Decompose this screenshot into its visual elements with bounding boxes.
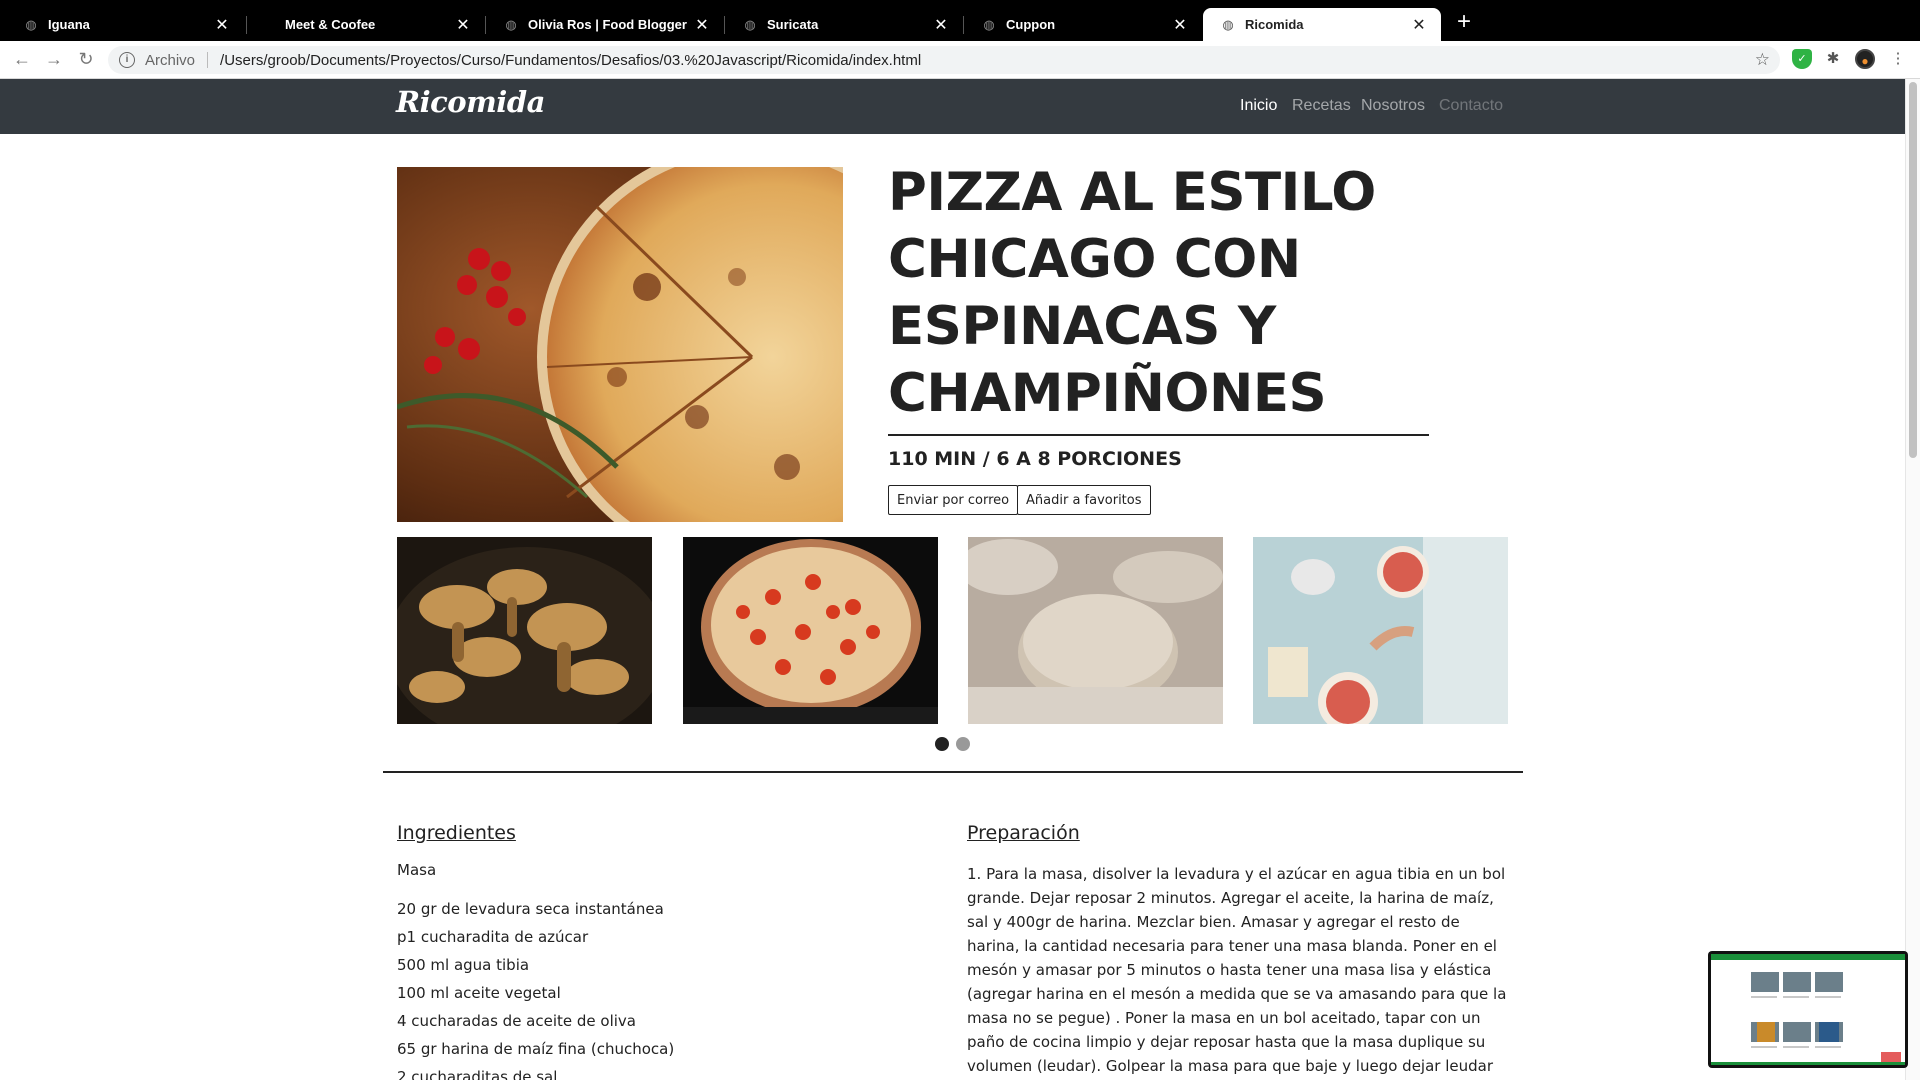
brand-logo[interactable]: Ricomida xyxy=(396,85,545,119)
puzzle-icon[interactable]: ✱ xyxy=(1823,49,1843,69)
pizza-making-photo xyxy=(1253,537,1508,724)
window-preview-content xyxy=(1711,954,1905,1065)
globe-icon: ◍ xyxy=(983,16,995,32)
pizza-illustration xyxy=(397,167,843,522)
ingredients-heading: Ingredientes xyxy=(397,822,516,844)
tab-title: Meet & Coofee xyxy=(285,17,376,32)
tab-title: Suricata xyxy=(767,17,819,32)
reload-icon[interactable]: ↻ xyxy=(74,47,98,71)
new-tab-button[interactable]: + xyxy=(1452,10,1476,34)
browser-tab[interactable]: Meet & Coofee ✕ xyxy=(247,8,485,41)
close-icon[interactable]: ✕ xyxy=(694,15,710,35)
browser-tab-active[interactable]: ◍ Ricomida ✕ xyxy=(1203,8,1441,41)
list-item: 4 cucharadas de aceite de oliva xyxy=(397,1012,636,1030)
preparation-heading: Preparación xyxy=(967,822,1080,844)
browser-tab-bar: ◍ Iguana ✕ Meet & Coofee ✕ ◍ Olivia Ros … xyxy=(0,0,1920,41)
globe-icon: ◍ xyxy=(505,16,517,32)
preview-illustration xyxy=(1711,954,1905,1065)
close-icon[interactable]: ✕ xyxy=(933,15,949,35)
close-icon[interactable]: ✕ xyxy=(214,15,230,35)
globe-icon: ◍ xyxy=(1222,16,1234,32)
section-divider xyxy=(383,771,1523,773)
info-icon[interactable]: i xyxy=(119,52,135,68)
star-icon[interactable]: ☆ xyxy=(1755,50,1770,70)
tab-title: Ricomida xyxy=(1245,17,1304,32)
carousel-dot[interactable] xyxy=(956,737,970,751)
close-icon[interactable]: ✕ xyxy=(1172,15,1188,35)
mushrooms-photo xyxy=(397,537,652,724)
email-button[interactable]: Enviar por correo xyxy=(888,485,1019,515)
recipe-meta: 110 MIN / 6 A 8 PORCIONES xyxy=(888,448,1182,470)
pizza-photo xyxy=(397,167,843,522)
browser-tab[interactable]: ◍ Suricata ✕ xyxy=(725,8,963,41)
add-favorite-button[interactable]: Añadir a favoritos xyxy=(1017,485,1151,515)
list-item: 100 ml aceite vegetal xyxy=(397,984,561,1002)
ingredients-list: 20 gr de levadura seca instantánea p1 cu… xyxy=(397,895,674,1080)
mushrooms-illustration xyxy=(397,537,652,724)
list-item: p1 cucharadita de azúcar xyxy=(397,928,589,946)
browser-tab[interactable]: ◍ Cuppon ✕ xyxy=(964,8,1202,41)
nav-link-recetas[interactable]: Recetas xyxy=(1292,97,1351,115)
carousel-dot-active[interactable] xyxy=(935,737,949,751)
page-scrollbar[interactable] xyxy=(1905,79,1920,1080)
close-icon[interactable]: ✕ xyxy=(1411,15,1427,35)
preparation-text: 1. Para la masa, disolver la levadura y … xyxy=(967,865,1507,1075)
recipe-title: PIZZA AL ESTILO CHICAGO CON ESPINACAS Y … xyxy=(888,162,1376,424)
title-divider xyxy=(888,434,1429,436)
pizza-oven-photo xyxy=(683,537,938,724)
address-url[interactable]: /Users/groob/Documents/Proyectos/Curso/F… xyxy=(220,52,921,69)
tab-title: Olivia Ros | Food Blogger xyxy=(528,17,687,32)
kebab-menu-icon[interactable]: ⋮ xyxy=(1888,49,1908,69)
back-arrow-icon[interactable]: ← xyxy=(10,47,34,71)
globe-icon: ◍ xyxy=(25,16,37,32)
avatar[interactable]: ● xyxy=(1855,49,1875,69)
pizza-oven-illustration xyxy=(683,537,938,724)
globe-icon: ◍ xyxy=(744,16,756,32)
dough-photo xyxy=(968,537,1223,724)
list-item: 65 gr harina de maíz fina (chuchoca) xyxy=(397,1040,675,1058)
list-item: 500 ml agua tibia xyxy=(397,956,530,974)
address-scheme: Archivo xyxy=(145,51,196,69)
nav-link-nosotros[interactable]: Nosotros xyxy=(1361,97,1425,115)
browser-tab[interactable]: ◍ Iguana ✕ xyxy=(6,8,244,41)
page-viewport: Ricomida Inicio Recetas Nosotros Contact… xyxy=(0,79,1905,1080)
pizza-making-illustration xyxy=(1253,537,1508,724)
nav-link-contacto[interactable]: Contacto xyxy=(1439,97,1503,115)
window-preview-thumbnail[interactable] xyxy=(1708,951,1908,1068)
tab-title: Cuppon xyxy=(1006,17,1056,32)
tab-title: Iguana xyxy=(48,17,90,32)
list-item: 20 gr de levadura seca instantánea xyxy=(397,900,664,918)
scrollbar-thumb[interactable] xyxy=(1909,82,1917,458)
list-item: 2 cucharaditas de sal xyxy=(397,1068,558,1080)
ingredient-group-title: Masa xyxy=(397,861,437,879)
nav-link-inicio[interactable]: Inicio xyxy=(1240,97,1277,115)
address-bar[interactable]: i Archivo /Users/groob/Documents/Proyect… xyxy=(108,46,1780,74)
site-navbar: Ricomida Inicio Recetas Nosotros Contact… xyxy=(0,79,1905,134)
address-divider xyxy=(207,52,209,68)
close-icon[interactable]: ✕ xyxy=(455,15,471,35)
browser-toolbar: ← → ↻ i Archivo /Users/groob/Documents/P… xyxy=(0,41,1920,79)
shield-icon[interactable]: ✓ xyxy=(1792,49,1812,69)
dough-illustration xyxy=(968,537,1223,724)
browser-tab[interactable]: ◍ Olivia Ros | Food Blogger ✕ xyxy=(486,8,724,41)
forward-arrow-icon[interactable]: → xyxy=(42,47,66,71)
